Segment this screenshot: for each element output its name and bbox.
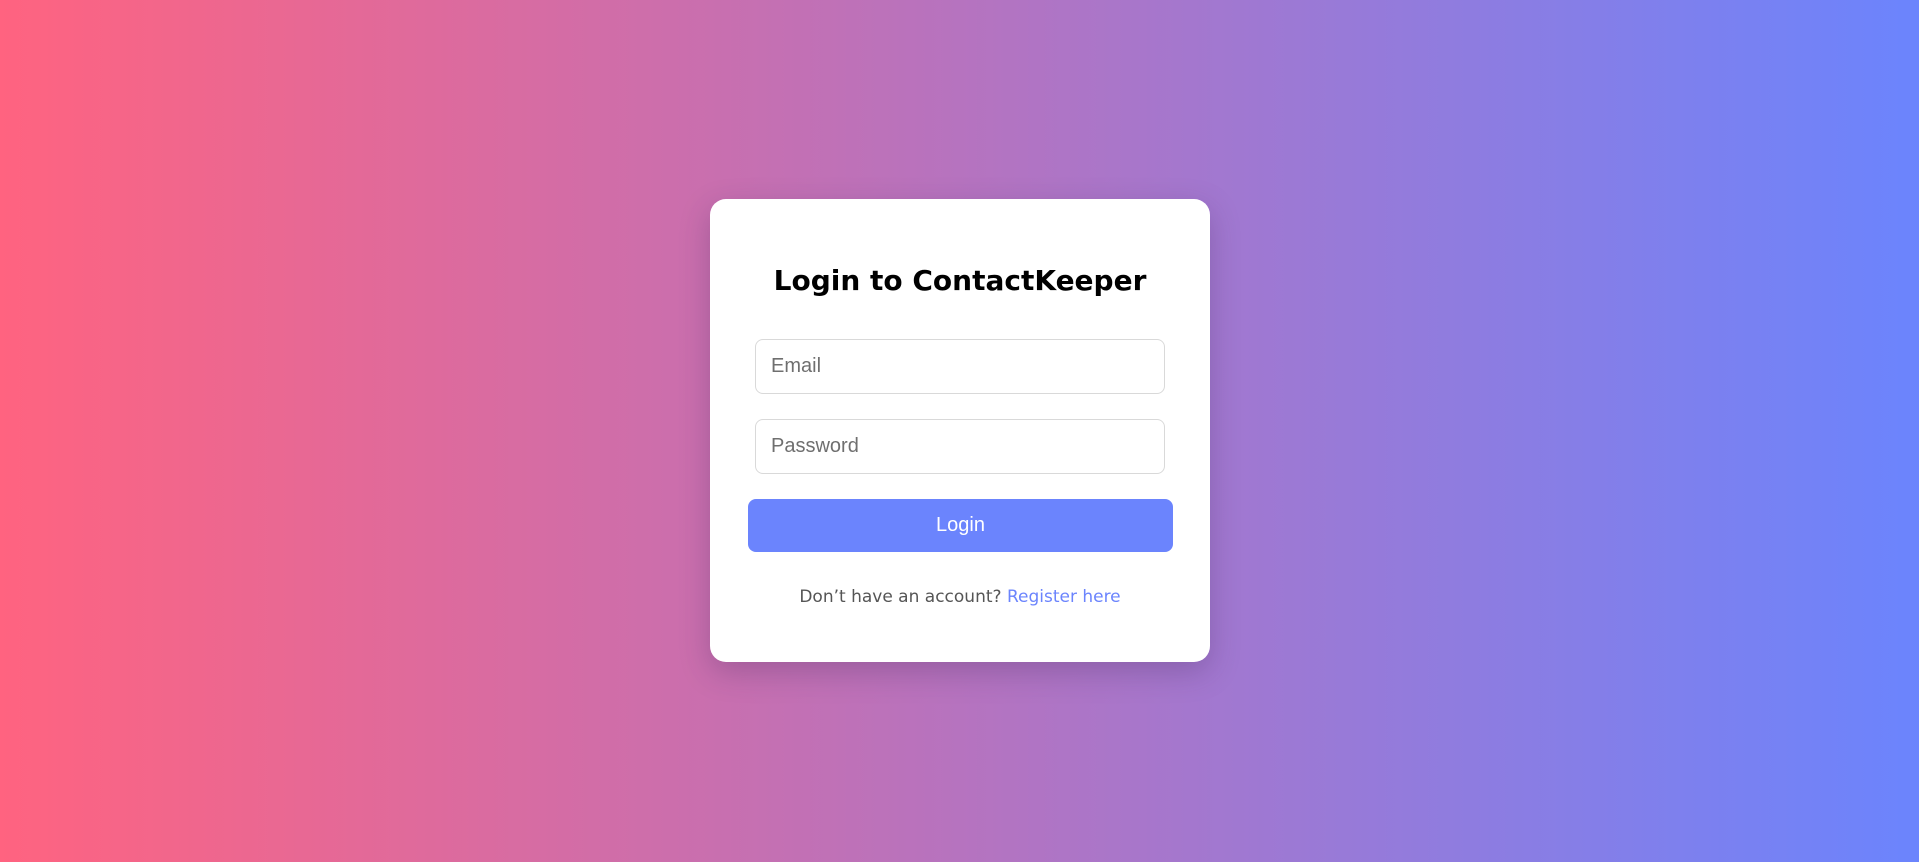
email-input[interactable] [755, 339, 1165, 394]
page-title: Login to ContactKeeper [773, 264, 1147, 297]
register-link[interactable]: Register here [1007, 587, 1121, 607]
password-input[interactable] [755, 419, 1165, 474]
register-prompt-text: Don’t have an account? [799, 587, 1002, 607]
login-button[interactable]: Login [748, 499, 1173, 552]
register-prompt: Don’t have an account? Register here [710, 584, 1210, 610]
login-card: Login to ContactKeeper Login Don’t have … [710, 199, 1210, 662]
page-background: { "login_card": { "title": "Login to Con… [0, 0, 1919, 862]
